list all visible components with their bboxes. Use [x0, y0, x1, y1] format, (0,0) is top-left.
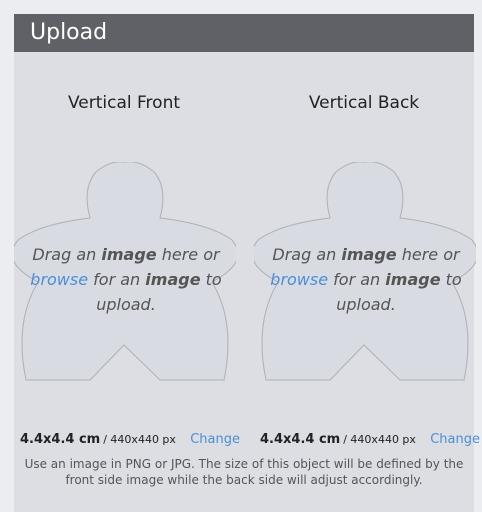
front-change-link[interactable]: Change	[190, 432, 240, 447]
drop-text-bold: image	[385, 270, 441, 289]
back-size-px: / 440x440 px	[343, 433, 416, 446]
drop-text-part: here or	[156, 245, 220, 264]
drop-text-part: for an	[88, 270, 146, 289]
drop-text-part: here or	[396, 245, 460, 264]
front-upload-column: Vertical Front Drag an image here or bro…	[14, 52, 244, 452]
back-drop-instructions: Drag an image here or browse for an imag…	[266, 242, 466, 317]
panel-title: Upload	[30, 20, 108, 45]
panel-header: Upload	[14, 14, 474, 52]
back-size-row: 4.4x4.4 cm/ 440x440 px Change	[260, 432, 480, 452]
front-size-cm: 4.4x4.4 cm	[20, 432, 101, 447]
upload-panel: Upload Vertical Front Drag an image here…	[14, 14, 480, 512]
front-drop-instructions: Drag an image here or browse for an imag…	[26, 242, 226, 317]
upload-help-text: Use an image in PNG or JPG. The size of …	[24, 457, 464, 487]
back-title: Vertical Back	[308, 93, 420, 113]
drop-text-bold: image	[101, 245, 157, 264]
back-change-link[interactable]: Change	[430, 432, 480, 447]
front-size-px: / 440x440 px	[103, 433, 176, 446]
front-title: Vertical Front	[67, 93, 181, 113]
back-size-cm: 4.4x4.4 cm	[260, 432, 341, 447]
front-browse-link[interactable]: browse	[30, 270, 88, 289]
drop-text-part: Drag an	[32, 245, 102, 264]
drop-text-part: for an	[328, 270, 386, 289]
drop-text-bold: image	[145, 270, 201, 289]
front-size-row: 4.4x4.4 cm/ 440x440 px Change	[20, 432, 240, 452]
drop-text-part: Drag an	[272, 245, 342, 264]
back-browse-link[interactable]: browse	[270, 270, 328, 289]
drop-text-bold: image	[341, 245, 397, 264]
back-upload-column: Vertical Back Drag an image here or brow…	[244, 52, 480, 452]
